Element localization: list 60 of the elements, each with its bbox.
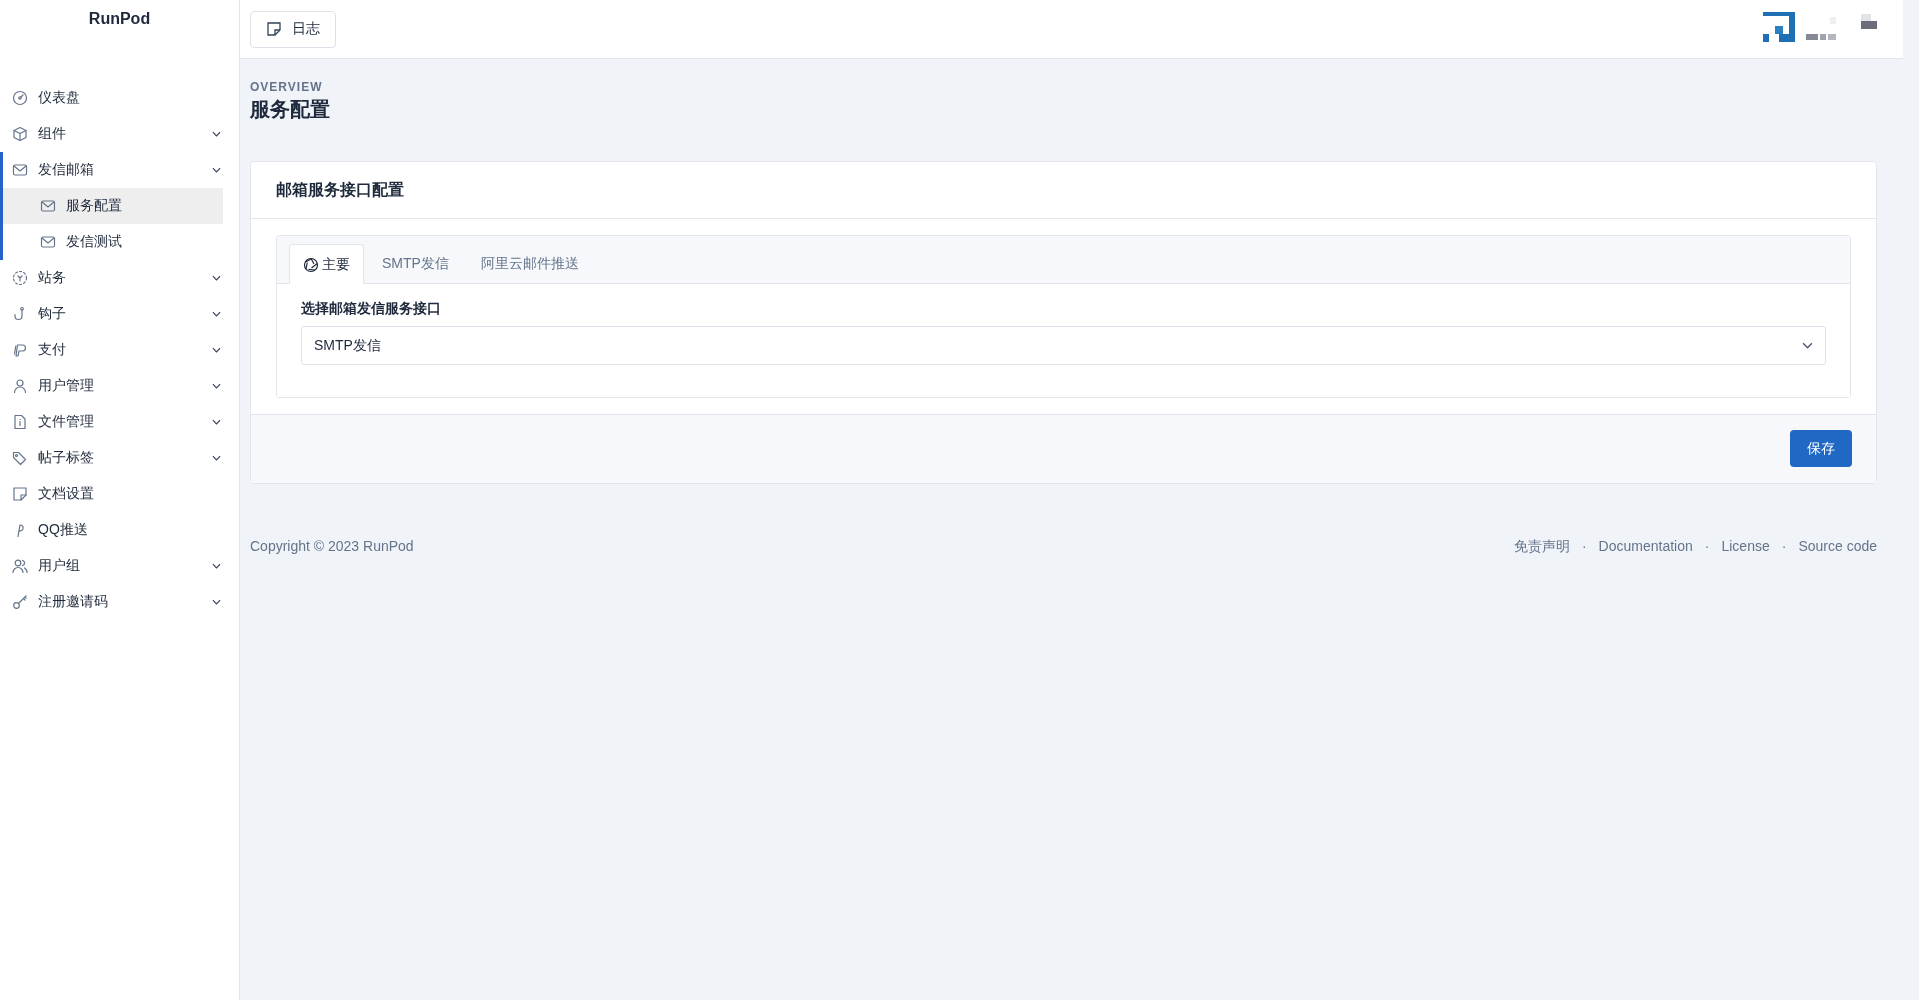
sidebar-item[interactable]: 站务 [0, 260, 239, 296]
file-info-icon [12, 414, 28, 430]
mail-icon [12, 162, 28, 178]
overview-label: OVERVIEW [250, 80, 324, 94]
separator-dot: · [1581, 538, 1587, 556]
service-select[interactable]: SMTP发信 [301, 326, 1826, 365]
mail-icon [40, 198, 56, 214]
sidebar-subitem[interactable]: 服务配置 [3, 188, 223, 224]
key-icon [12, 594, 28, 610]
tab[interactable]: 阿里云邮件推送 [466, 244, 593, 283]
chevron-down-icon [212, 383, 221, 389]
tab[interactable]: 主要 [289, 244, 364, 284]
sidebar-item[interactable]: 用户组 [0, 548, 239, 584]
footer-link[interactable]: 免责声明 [1513, 538, 1570, 556]
chevron-down-icon [212, 275, 221, 281]
sidebar-item[interactable]: 支付 [0, 332, 239, 368]
chevron-down-icon [1802, 342, 1813, 349]
sidebar-item[interactable]: 仪表盘 [0, 80, 239, 116]
sidebar-item[interactable]: 文件管理 [0, 404, 239, 440]
field-label: 选择邮箱发信服务接口 [301, 300, 442, 318]
footer-link[interactable]: Documentation [1598, 538, 1693, 556]
sidebar-item[interactable]: 组件 [0, 116, 239, 152]
separator-dot: · [1781, 538, 1787, 556]
payment-icon [12, 342, 28, 358]
note-icon [266, 21, 282, 37]
chevron-down-icon [212, 167, 221, 173]
sidebar-item[interactable]: 注册邀请码 [0, 584, 239, 620]
page-title: 服务配置 [250, 97, 331, 122]
separator-dot: · [1704, 538, 1710, 556]
tag-icon [12, 450, 28, 466]
chevron-down-icon [212, 563, 221, 569]
save-button[interactable]: 保存 [1790, 430, 1852, 467]
footer-link[interactable]: License [1721, 538, 1770, 556]
sidebar-item[interactable]: 钩子 [0, 296, 239, 332]
chevron-down-icon [212, 419, 221, 425]
sidebar-item[interactable]: QQ推送 [0, 512, 239, 548]
sidebar-item[interactable]: 用户管理 [0, 368, 239, 404]
sidebar-item[interactable]: 发信邮箱 [3, 152, 239, 188]
chevron-down-icon [212, 455, 221, 461]
brand-name: RunPod [87, 9, 152, 29]
cube-icon [12, 126, 28, 142]
note-icon [12, 486, 28, 502]
dashed-circle-icon [12, 270, 28, 286]
chevron-down-icon [212, 311, 221, 317]
user-icon [12, 378, 28, 394]
chevron-down-icon [212, 131, 221, 137]
gauge-icon [12, 90, 28, 106]
card-title: 邮箱服务接口配置 [251, 162, 1876, 219]
tab[interactable]: SMTP发信 [368, 244, 463, 283]
sidebar-subitem[interactable]: 发信测试 [3, 224, 223, 260]
sidebar-item[interactable]: 文档设置 [0, 476, 239, 512]
copyright-text: Copyright © 2023 RunPod [250, 538, 414, 556]
log-button[interactable]: 日志 [250, 10, 336, 48]
sidebar-item[interactable]: 帖子标签 [0, 440, 239, 476]
mail-icon [40, 234, 56, 250]
chevron-down-icon [212, 599, 221, 605]
chevron-down-icon [212, 347, 221, 353]
aperture-icon [303, 256, 319, 273]
users-icon [12, 558, 28, 574]
footer-link[interactable]: Source code [1798, 538, 1877, 556]
